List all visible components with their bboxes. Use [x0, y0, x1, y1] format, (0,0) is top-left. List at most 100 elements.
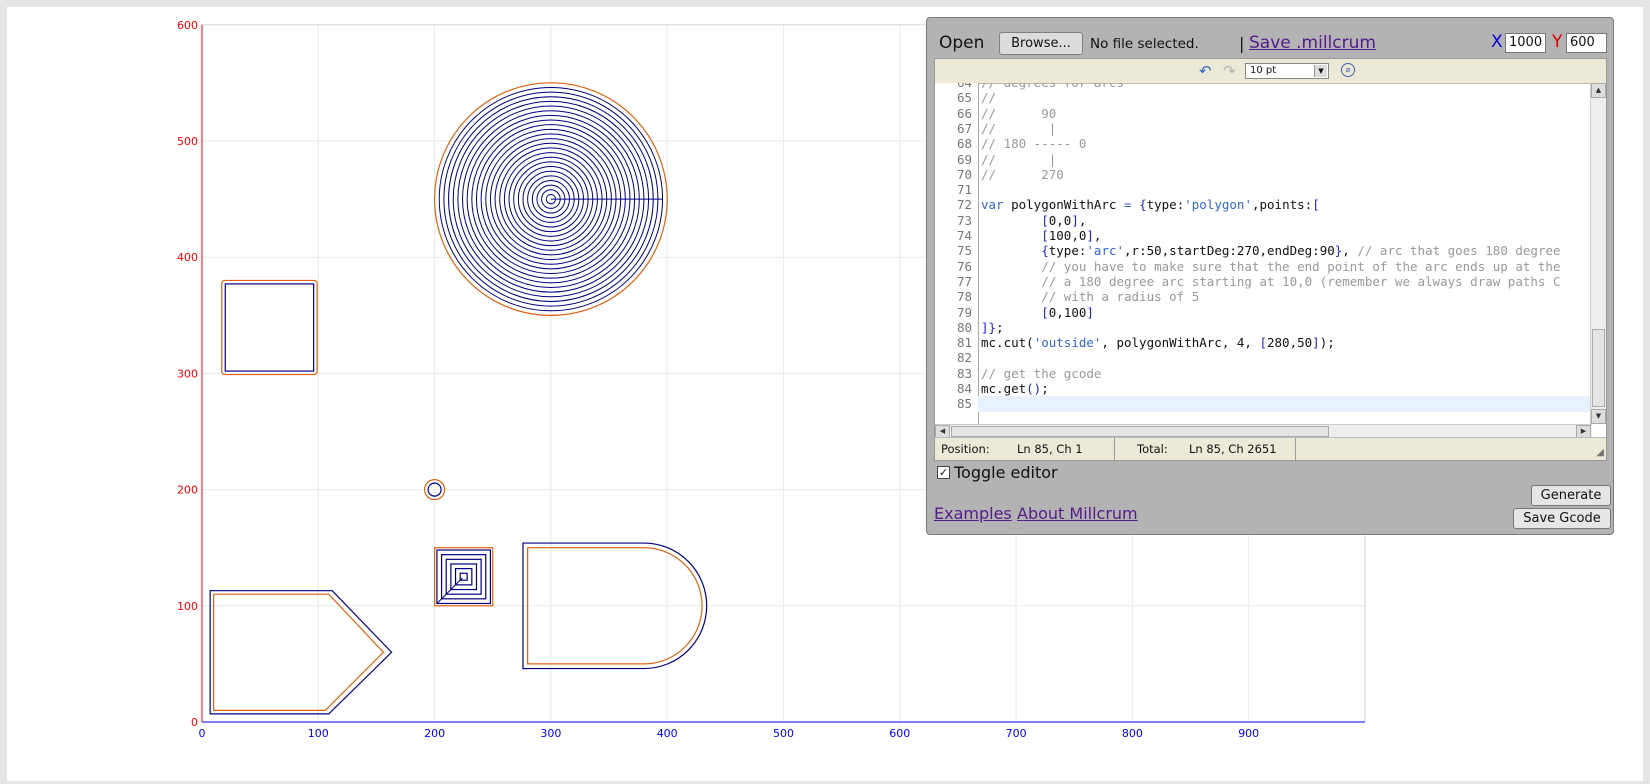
code-line: mc.cut('outside', polygonWithArc, 4, [28… — [981, 335, 1335, 351]
code-line: {type:'arc',r:50,startDeg:270,endDeg:90}… — [1041, 243, 1561, 259]
total-value: Ln 85, Ch 2651 — [1189, 442, 1277, 456]
code-line: // degrees for arcs — [981, 83, 1124, 90]
pentagon-offset — [209, 590, 393, 715]
scroll-up-icon[interactable]: ▲ — [1591, 83, 1606, 98]
code-line: // 270 — [981, 166, 1064, 182]
code-area[interactable]: 6465666768697071727374757677787980818283… — [935, 83, 1592, 424]
x-size-input[interactable]: 1000 — [1505, 33, 1546, 53]
line-number: 80 — [956, 319, 972, 335]
line-number: 81 — [956, 335, 972, 351]
chevron-down-icon: ▼ — [1314, 65, 1327, 77]
font-size-select[interactable]: 10 pt ▼ — [1245, 63, 1329, 79]
line-number: 65 — [956, 90, 972, 106]
line-number: 69 — [956, 151, 972, 167]
x-tick-label: 200 — [424, 727, 445, 740]
x-tick-label: 800 — [1122, 727, 1143, 740]
square-toolpath — [224, 283, 315, 372]
examples-link[interactable]: Examples — [934, 504, 1012, 523]
position-value: Ln 85, Ch 1 — [1017, 442, 1083, 456]
redo-icon[interactable]: ↷ — [1223, 62, 1236, 80]
font-size-value: 10 pt — [1250, 65, 1277, 76]
horizontal-scroll-thumb[interactable] — [951, 426, 1329, 437]
line-number: 70 — [956, 166, 972, 182]
code-line: // 180 ----- 0 — [981, 136, 1087, 152]
y-tick-label: 100 — [177, 600, 198, 613]
save-gcode-button[interactable]: Save Gcode — [1513, 508, 1611, 529]
y-tick-label: 300 — [177, 367, 198, 380]
code-line: [0,0], — [1041, 212, 1087, 228]
y-size-label: Y — [1552, 32, 1563, 52]
resize-handle-icon[interactable]: ◢ — [1596, 447, 1604, 458]
code-line: // a 180 degree arc starting at 10,0 (re… — [1041, 273, 1561, 289]
open-label: Open — [939, 33, 985, 53]
line-number: 83 — [956, 365, 972, 381]
y-tick-label: 600 — [177, 19, 198, 32]
line-number: 76 — [956, 258, 972, 274]
file-status: No file selected. — [1090, 36, 1199, 52]
status-divider — [1114, 438, 1115, 460]
line-number: 77 — [956, 273, 972, 289]
y-tick-label: 400 — [177, 251, 198, 264]
code-editor: ↶ ↷ 10 pt ▼ ⌀ 64656667686970717273747576… — [934, 58, 1607, 461]
line-number: 78 — [956, 289, 972, 305]
generate-button[interactable]: Generate — [1531, 485, 1611, 506]
x-tick-label: 500 — [773, 727, 794, 740]
square-pocket-connector — [436, 577, 463, 604]
code-line: mc.get(); — [981, 381, 1049, 396]
y-tick-label: 200 — [177, 484, 198, 497]
toggle-editor-label[interactable]: Toggle editor — [954, 463, 1058, 482]
line-number: 84 — [956, 381, 972, 396]
x-tick-label: 700 — [1006, 727, 1027, 740]
line-number: 66 — [956, 105, 972, 121]
vertical-scrollbar[interactable]: ▲ ▼ — [1590, 83, 1606, 424]
about-millcrum-link[interactable]: About Millcrum — [1017, 504, 1138, 523]
line-gutter: 6465666768697071727374757677787980818283… — [935, 83, 979, 424]
line-number: 79 — [956, 304, 972, 320]
y-tick-label: 500 — [177, 135, 198, 148]
browse-button[interactable]: Browse... — [999, 32, 1083, 55]
save-millcrum-link[interactable]: Save .millcrum — [1249, 33, 1376, 53]
line-number: 68 — [956, 136, 972, 152]
horizontal-scrollbar[interactable]: ◀ ▶ — [935, 424, 1592, 438]
x-tick-label: 300 — [540, 727, 561, 740]
code-line: // you have to make sure that the end po… — [1041, 258, 1561, 274]
separator: | — [1239, 34, 1245, 53]
x-tick-label: 600 — [889, 727, 910, 740]
code-line: // — [981, 90, 997, 106]
line-number: 82 — [956, 350, 972, 366]
toggle-editor-checkbox[interactable]: ✓ — [937, 466, 950, 479]
line-number: 85 — [956, 396, 972, 412]
code-line: var polygonWithArc = {type:'polygon',poi… — [981, 197, 1320, 213]
code-line: // | — [981, 120, 1057, 136]
editor-statusbar: Position: Ln 85, Ch 1 Total: Ln 85, Ch 2… — [935, 437, 1606, 460]
eraser-icon[interactable]: ⌀ — [1341, 63, 1355, 77]
x-tick-label: 0 — [199, 727, 206, 740]
line-number: 73 — [956, 212, 972, 228]
control-panel: Open Browse... No file selected. | Save … — [926, 17, 1614, 535]
code-line: [100,0], — [1041, 228, 1102, 243]
status-divider — [1295, 438, 1296, 460]
position-label: Position: — [941, 442, 990, 456]
code-line: ]}; — [981, 319, 1004, 335]
x-tick-label: 900 — [1238, 727, 1259, 740]
y-tick-label: 0 — [191, 716, 198, 729]
code-line: // 90 — [981, 105, 1057, 121]
undo-icon[interactable]: ↶ — [1199, 62, 1212, 80]
line-number: 64 — [957, 83, 972, 90]
code-line: // get the gcode — [981, 365, 1102, 381]
x-tick-label: 100 — [308, 727, 329, 740]
line-number: 72 — [956, 197, 972, 213]
code-line: // with a radius of 5 — [1041, 289, 1200, 305]
square-offset — [221, 279, 318, 376]
vertical-scroll-thumb[interactable] — [1592, 329, 1605, 407]
line-number: 74 — [956, 228, 972, 243]
total-label: Total: — [1137, 442, 1168, 456]
x-tick-label: 400 — [657, 727, 678, 740]
code-line: [0,100] — [1041, 304, 1094, 320]
line-number: 75 — [956, 243, 972, 259]
pentagon-toolpath — [213, 593, 385, 711]
y-size-input[interactable]: 600 — [1566, 33, 1607, 53]
editor-toolbar: ↶ ↷ 10 pt ▼ ⌀ — [935, 59, 1606, 84]
scroll-down-icon[interactable]: ▼ — [1591, 409, 1606, 424]
active-line-highlight — [978, 396, 1592, 413]
